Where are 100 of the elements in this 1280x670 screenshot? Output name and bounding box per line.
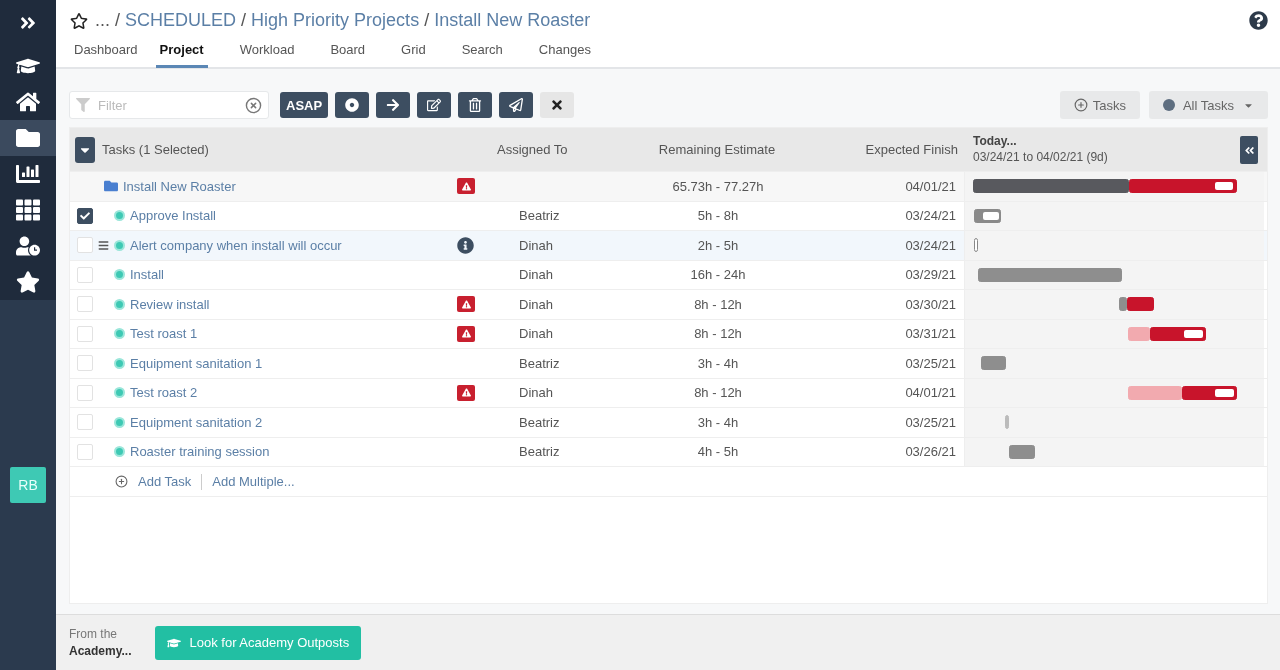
edit-button[interactable] <box>417 92 452 118</box>
nav-tab[interactable]: Search <box>457 39 507 68</box>
warning-icon[interactable] <box>457 296 475 313</box>
close-icon <box>550 98 565 112</box>
asap-button[interactable]: ASAP <box>280 92 329 118</box>
task-link[interactable]: Test roast 2 <box>130 385 198 401</box>
add-multiple-link[interactable]: Add Multiple... <box>212 474 295 489</box>
timeline-bar <box>974 237 978 254</box>
nav-tab[interactable]: Project <box>155 39 208 68</box>
estimate-cell: 4h - 5h <box>697 444 739 460</box>
finish-date-cell: 03/24/21 <box>905 237 956 253</box>
project-link[interactable]: Install New Roaster <box>123 178 236 194</box>
nav-tab[interactable]: Grid <box>397 39 430 68</box>
assignee-cell: Beatriz <box>519 414 560 430</box>
nav-tab[interactable]: Board <box>326 39 370 68</box>
column-header: Tasks (1 Selected) <box>101 142 210 157</box>
timeline-bar <box>974 207 1001 224</box>
edit-icon <box>427 98 442 112</box>
dot-icon <box>1162 99 1175 111</box>
task-link[interactable]: Alert company when install will occur <box>130 237 342 253</box>
timeline-title: Today... <box>973 134 1017 148</box>
breadcrumb-link[interactable]: ... <box>95 10 110 31</box>
double-chevron-icon <box>1243 144 1255 156</box>
breadcrumb-link[interactable]: SCHEDULED <box>125 10 237 31</box>
drag-handle-icon[interactable] <box>98 239 109 251</box>
filter-icon <box>76 98 90 112</box>
checkmark-icon <box>80 210 90 221</box>
warning-icon[interactable] <box>457 384 475 401</box>
clear-icon[interactable] <box>245 96 262 114</box>
help-icon[interactable] <box>1249 11 1268 30</box>
user-clock-icon[interactable] <box>16 234 40 258</box>
home-icon[interactable] <box>16 90 40 114</box>
status-dot <box>114 328 125 340</box>
column-header: Expected Finish <box>864 142 958 157</box>
estimate-cell: 5h - 8h <box>697 208 739 224</box>
task-link[interactable]: Equipment sanitation 2 <box>130 414 263 430</box>
breadcrumb-link[interactable]: High Priority Projects <box>251 10 420 31</box>
send-button[interactable] <box>499 92 534 118</box>
folder-icon <box>104 179 118 194</box>
nav-tab[interactable]: Workload <box>235 39 299 68</box>
warning-icon[interactable] <box>457 325 475 342</box>
timeline-bar <box>1119 296 1154 313</box>
expand-icon[interactable] <box>19 14 37 32</box>
filter-field[interactable]: Filter <box>69 91 269 119</box>
collapse-timeline-button[interactable] <box>1240 136 1258 164</box>
finish-date-cell: 03/30/21 <box>905 296 956 312</box>
status-dot <box>114 269 125 281</box>
task-link[interactable]: Install <box>130 267 164 283</box>
status-dot <box>114 357 125 369</box>
assignee-cell: Dinah <box>519 296 553 312</box>
status-dot <box>114 210 125 222</box>
finish-date-cell: 03/24/21 <box>905 208 956 224</box>
row-checkbox[interactable] <box>77 207 93 224</box>
task-link[interactable]: Test roast 1 <box>130 326 198 342</box>
breadcrumb-separator: / <box>115 10 121 31</box>
add-task-link[interactable]: Add Task <box>138 474 192 489</box>
close-button[interactable] <box>540 92 575 118</box>
view-dropdown[interactable]: All Tasks <box>1148 91 1268 119</box>
record-button[interactable] <box>335 92 370 118</box>
nav-tab[interactable]: Changes <box>534 39 595 68</box>
task-link[interactable]: Review install <box>130 296 210 312</box>
star-icon[interactable] <box>70 11 88 30</box>
add-icon <box>115 475 128 488</box>
breadcrumb-separator: / <box>424 10 430 31</box>
record-icon <box>345 98 360 112</box>
timeline-range: 03/24/21 to 04/02/21 (9d) <box>973 150 1108 164</box>
info-icon[interactable] <box>457 236 474 254</box>
estimate-cell: 3h - 4h <box>697 355 739 371</box>
collapse-all-button[interactable] <box>75 136 95 163</box>
estimate-cell: 8h - 12h <box>694 296 742 312</box>
timeline-bar <box>1009 443 1035 460</box>
assignee-cell: Dinah <box>519 267 553 283</box>
finish-date-cell: 03/25/21 <box>905 414 956 430</box>
task-link[interactable]: Equipment sanitation 1 <box>130 355 263 371</box>
add-tasks-button[interactable]: Tasks <box>1059 91 1140 119</box>
estimate-cell: 3h - 4h <box>697 414 739 430</box>
estimate-cell: 2h - 5h <box>697 237 739 253</box>
arrow-button[interactable] <box>376 92 411 118</box>
finish-date-cell: 04/01/21 <box>905 385 956 401</box>
column-header: Assigned To <box>497 142 569 157</box>
status-dot <box>114 239 125 251</box>
status-dot <box>114 446 125 458</box>
academy-button[interactable]: Look for Academy Outposts <box>155 625 362 660</box>
bar-chart-icon[interactable] <box>16 162 40 186</box>
star-icon[interactable] <box>16 270 40 294</box>
task-link[interactable]: Approve Install <box>130 208 216 224</box>
task-link[interactable]: Roaster training session <box>130 444 270 460</box>
breadcrumb-separator: / <box>241 10 247 31</box>
status-dot <box>114 416 125 428</box>
promo-text: From the <box>69 625 118 643</box>
status-dot <box>114 387 125 399</box>
nav-tab[interactable]: Dashboard <box>70 39 142 68</box>
warning-icon[interactable] <box>457 178 475 195</box>
assignee-cell: Dinah <box>519 326 553 342</box>
trash-button[interactable] <box>458 92 493 118</box>
folder-icon[interactable] <box>16 126 40 150</box>
estimate-cell: 65.73h - 77.27h <box>672 178 764 194</box>
grid-icon[interactable] <box>16 198 40 222</box>
finish-date-cell: 03/31/21 <box>905 326 956 342</box>
breadcrumb-link[interactable]: Install New Roaster <box>434 10 591 31</box>
